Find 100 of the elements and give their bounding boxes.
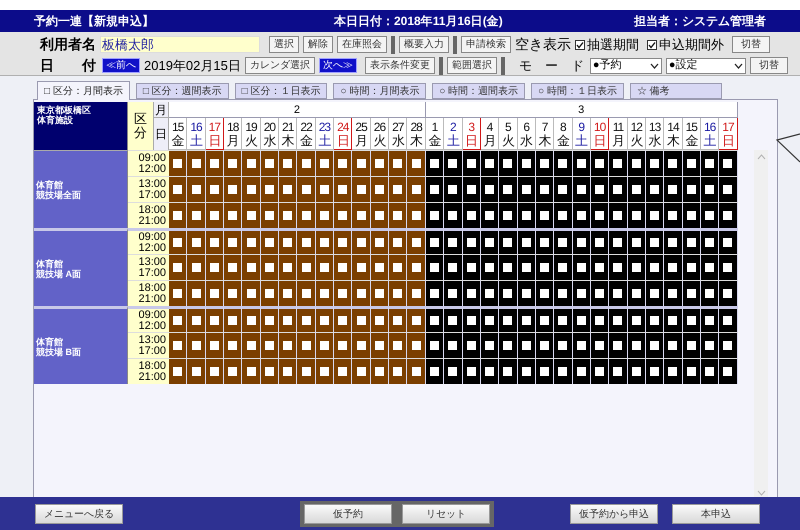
mode-select[interactable]: ●設定 [666,58,746,74]
slot-cell[interactable] [169,332,188,358]
slot-cell[interactable] [462,358,481,384]
slot-cell[interactable] [646,358,664,384]
slot-cell[interactable] [224,332,242,358]
slot-cell[interactable] [352,202,371,228]
slot-cell[interactable] [242,280,261,306]
slot-cell[interactable] [389,280,408,306]
slot-cell[interactable] [628,332,646,358]
slot-cell[interactable] [536,150,554,176]
slot-cell[interactable] [169,202,188,228]
slot-cell[interactable] [279,254,298,280]
slot-cell[interactable] [352,332,371,358]
slot-cell[interactable] [480,254,500,280]
slot-cell[interactable] [536,202,554,228]
action-button[interactable]: 解除 [303,36,333,53]
slot-cell[interactable] [334,176,352,202]
slot-cell[interactable] [462,254,481,280]
slot-cell[interactable] [279,150,298,176]
slot-cell[interactable] [297,228,316,254]
slot-cell[interactable] [590,176,610,202]
slot-cell[interactable] [628,280,646,306]
slot-cell[interactable] [628,202,646,228]
slot-cell[interactable] [719,254,738,280]
slot-cell[interactable] [682,358,701,384]
slot-cell[interactable] [646,176,664,202]
slot-cell[interactable] [554,176,573,202]
slot-cell[interactable] [480,280,500,306]
slot-cell[interactable] [260,280,280,306]
slot-cell[interactable] [224,228,242,254]
slot-cell[interactable] [370,280,390,306]
slot-cell[interactable] [334,150,352,176]
slot-cell[interactable] [370,254,390,280]
view-tab[interactable]: □ 区分：月間表示 [37,81,130,100]
slot-cell[interactable] [572,254,591,280]
slot-cell[interactable] [242,254,261,280]
slot-cell[interactable] [554,150,573,176]
slot-cell[interactable] [316,150,334,176]
slot-cell[interactable] [444,228,462,254]
slot-cell[interactable] [719,202,738,228]
slot-cell[interactable] [499,332,518,358]
slot-cell[interactable] [499,306,518,332]
slot-cell[interactable] [719,332,738,358]
slot-cell[interactable] [260,254,280,280]
slot-cell[interactable] [187,280,206,306]
slot-cell[interactable] [554,332,573,358]
slot-cell[interactable] [224,202,242,228]
slot-cell[interactable] [572,202,591,228]
slot-cell[interactable] [518,332,536,358]
slot-cell[interactable] [499,150,518,176]
slot-cell[interactable] [462,280,481,306]
slot-cell[interactable] [169,150,188,176]
slot-cell[interactable] [407,358,426,384]
view-tab[interactable]: ☆ 備考 [630,83,722,99]
slot-cell[interactable] [206,228,224,254]
slot-cell[interactable] [664,176,683,202]
slot-cell[interactable] [260,176,280,202]
slot-cell[interactable] [518,358,536,384]
switch-button[interactable]: 切替 [750,57,788,74]
slot-cell[interactable] [334,280,352,306]
slot-cell[interactable] [682,254,701,280]
slot-cell[interactable] [518,176,536,202]
slot-cell[interactable] [426,202,444,228]
slot-cell[interactable] [316,332,334,358]
slot-cell[interactable] [554,280,573,306]
slot-cell[interactable] [444,332,462,358]
slot-cell[interactable] [700,228,720,254]
slot-cell[interactable] [682,228,701,254]
slot-cell[interactable] [628,150,646,176]
slot-cell[interactable] [536,306,554,332]
view-tab[interactable]: ○ 時間：１日表示 [531,83,624,99]
slot-cell[interactable] [609,176,628,202]
slot-cell[interactable] [719,306,738,332]
slot-cell[interactable] [444,150,462,176]
slot-cell[interactable] [480,202,500,228]
slot-cell[interactable] [297,254,316,280]
slot-cell[interactable] [370,332,390,358]
slot-cell[interactable] [499,358,518,384]
slot-cell[interactable] [206,150,224,176]
slot-cell[interactable] [260,150,280,176]
slot-cell[interactable] [664,150,683,176]
slot-cell[interactable] [462,306,481,332]
slot-cell[interactable] [187,228,206,254]
slot-cell[interactable] [664,358,683,384]
slot-cell[interactable] [279,332,298,358]
slot-cell[interactable] [554,228,573,254]
slot-cell[interactable] [462,150,481,176]
action-button[interactable]: 概要入力 [399,36,449,53]
slot-cell[interactable] [206,332,224,358]
slot-cell[interactable] [700,202,720,228]
slot-cell[interactable] [628,358,646,384]
slot-cell[interactable] [316,228,334,254]
slot-cell[interactable] [554,254,573,280]
slot-cell[interactable] [664,228,683,254]
slot-cell[interactable] [609,254,628,280]
slot-cell[interactable] [407,176,426,202]
slot-cell[interactable] [499,202,518,228]
slot-cell[interactable] [646,280,664,306]
slot-cell[interactable] [426,150,444,176]
slot-cell[interactable] [370,358,390,384]
